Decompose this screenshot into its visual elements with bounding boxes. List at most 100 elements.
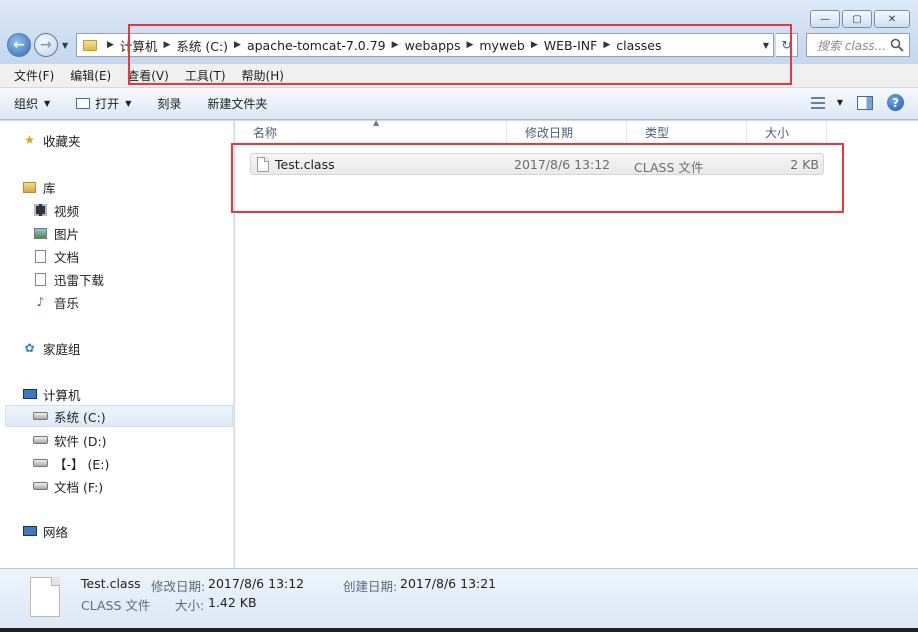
search-box[interactable]: 搜索 class... xyxy=(806,33,910,57)
computer-icon xyxy=(22,387,37,401)
chevron-down-icon: ▼ xyxy=(125,99,132,108)
nav-video-label: 视频 xyxy=(54,203,80,219)
column-header-type[interactable]: 类型 xyxy=(627,121,747,143)
open-window-icon xyxy=(76,98,91,109)
column-header-size[interactable]: 大小 xyxy=(747,121,827,143)
nav-drive-c-label: 系统 (C:) xyxy=(54,409,106,425)
back-button[interactable]: ← xyxy=(7,33,31,57)
picture-icon xyxy=(33,226,48,240)
preview-pane-icon[interactable] xyxy=(857,95,873,110)
recent-pages-dropdown-icon[interactable]: ▼ xyxy=(62,41,68,50)
chevron-down-icon: ▼ xyxy=(836,98,843,107)
nav-network-label: 网络 xyxy=(43,524,69,540)
film-icon xyxy=(33,203,48,217)
burn-button[interactable]: 刻录 xyxy=(157,95,181,112)
column-header-name[interactable]: ▲ 名称 xyxy=(235,118,507,143)
command-bar: 组织 ▼ 打开 ▼ 刻录 新建文件夹 ▼ ? xyxy=(0,88,918,120)
open-button[interactable]: 打开 ▼ xyxy=(76,95,131,112)
menu-file[interactable]: 文件(F) xyxy=(6,67,62,84)
nav-drive-e[interactable]: 【-】 (E:) xyxy=(33,452,109,474)
details-created-value: 2017/8/6 13:21 xyxy=(400,576,497,591)
help-icon[interactable]: ? xyxy=(887,94,904,111)
search-icon[interactable] xyxy=(890,38,904,52)
details-size-label: 大小: xyxy=(175,598,205,613)
chevron-right-icon[interactable]: ▶ xyxy=(107,40,114,50)
arrow-right-icon: → xyxy=(40,37,52,53)
homegroup-icon: ✿ xyxy=(24,341,35,355)
nav-drive-f-label: 文档 (F:) xyxy=(54,479,104,495)
details-modified-label: 修改日期: xyxy=(151,579,206,594)
windows-drive-icon xyxy=(33,409,48,423)
minimize-icon: — xyxy=(820,13,830,25)
nav-documents[interactable]: 文档 xyxy=(33,245,79,267)
details-file-type: CLASS 文件 xyxy=(81,598,151,613)
nav-favorites-label: 收藏夹 xyxy=(43,133,81,149)
column-type-label: 类型 xyxy=(645,125,670,140)
nav-xunlei[interactable]: 迅雷下载 xyxy=(33,268,104,290)
download-folder-icon xyxy=(33,272,48,286)
arrow-left-icon: ← xyxy=(13,37,25,53)
close-button[interactable]: ✕ xyxy=(874,10,910,28)
nav-drive-e-label: 【-】 (E:) xyxy=(54,456,110,472)
organize-label: 组织 xyxy=(14,97,39,111)
drive-icon xyxy=(33,479,48,493)
nav-music-label: 音乐 xyxy=(54,295,80,311)
folder-icon xyxy=(83,39,97,51)
file-preview-icon xyxy=(30,577,60,617)
details-modified-value: 2017/8/6 13:12 xyxy=(208,576,305,591)
details-created-label: 创建日期: xyxy=(343,579,398,594)
change-view-button[interactable]: ▼ xyxy=(810,96,843,109)
menu-edit[interactable]: 编辑(E) xyxy=(62,67,119,84)
nav-drive-d-label: 软件 (D:) xyxy=(54,433,107,449)
library-icon xyxy=(22,180,37,194)
nav-library[interactable]: 库 xyxy=(22,176,56,198)
nav-pictures[interactable]: 图片 xyxy=(33,222,79,244)
nav-homegroup[interactable]: ✿ 家庭组 xyxy=(22,337,81,359)
minimize-button[interactable]: — xyxy=(810,10,840,28)
document-icon xyxy=(33,249,48,263)
new-folder-label: 新建文件夹 xyxy=(207,97,268,111)
nav-music[interactable]: ♪ 音乐 xyxy=(33,291,79,313)
drive-icon xyxy=(33,433,48,447)
nav-homegroup-label: 家庭组 xyxy=(43,341,81,357)
star-icon: ★ xyxy=(24,133,35,147)
column-modified-label: 修改日期 xyxy=(525,125,574,140)
network-icon xyxy=(22,524,37,538)
column-size-label: 大小 xyxy=(765,125,790,140)
sort-ascending-icon: ▲ xyxy=(373,118,380,127)
maximize-button[interactable]: ▢ xyxy=(842,10,872,28)
column-header-modified[interactable]: 修改日期 xyxy=(507,121,627,143)
view-list-icon xyxy=(810,96,825,109)
annotation-box-address xyxy=(128,24,792,85)
details-pane: Test.class CLASS 文件 修改日期: 2017/8/6 13:12… xyxy=(0,568,918,632)
nav-drive-c[interactable]: 系统 (C:) xyxy=(5,405,233,427)
organize-button[interactable]: 组织 ▼ xyxy=(14,95,50,112)
navigation-pane: ★ 收藏夹 库 视频 图片 文档 迅雷下载 ♪ 音乐 ✿ 家庭组 计算机 系统 … xyxy=(0,121,234,568)
details-size-value: 1.42 KB xyxy=(208,595,257,610)
open-label: 打开 xyxy=(95,97,120,111)
search-placeholder: 搜索 class... xyxy=(817,38,887,53)
new-folder-button[interactable]: 新建文件夹 xyxy=(207,95,267,112)
drive-icon xyxy=(33,456,48,470)
nav-xunlei-label: 迅雷下载 xyxy=(54,272,105,288)
nav-computer-label: 计算机 xyxy=(43,387,81,403)
close-icon: ✕ xyxy=(887,13,897,25)
nav-library-label: 库 xyxy=(43,180,56,196)
window-controls: — ▢ ✕ xyxy=(810,10,910,28)
nav-network[interactable]: 网络 xyxy=(22,520,68,542)
nav-video[interactable]: 视频 xyxy=(33,199,79,221)
details-file-name: Test.class xyxy=(81,576,141,591)
nav-drive-f[interactable]: 文档 (F:) xyxy=(33,475,103,497)
taskbar-edge xyxy=(0,628,918,632)
nav-favorites[interactable]: ★ 收藏夹 xyxy=(22,129,81,151)
column-name-label: 名称 xyxy=(253,125,278,140)
nav-computer[interactable]: 计算机 xyxy=(22,383,81,405)
burn-label: 刻录 xyxy=(157,97,182,111)
nav-pictures-label: 图片 xyxy=(54,226,80,242)
forward-button[interactable]: → xyxy=(34,33,58,57)
nav-documents-label: 文档 xyxy=(54,249,80,265)
maximize-icon: ▢ xyxy=(852,13,862,25)
nav-drive-d[interactable]: 软件 (D:) xyxy=(33,429,107,451)
music-note-icon: ♪ xyxy=(36,295,45,309)
chevron-down-icon: ▼ xyxy=(44,99,51,108)
